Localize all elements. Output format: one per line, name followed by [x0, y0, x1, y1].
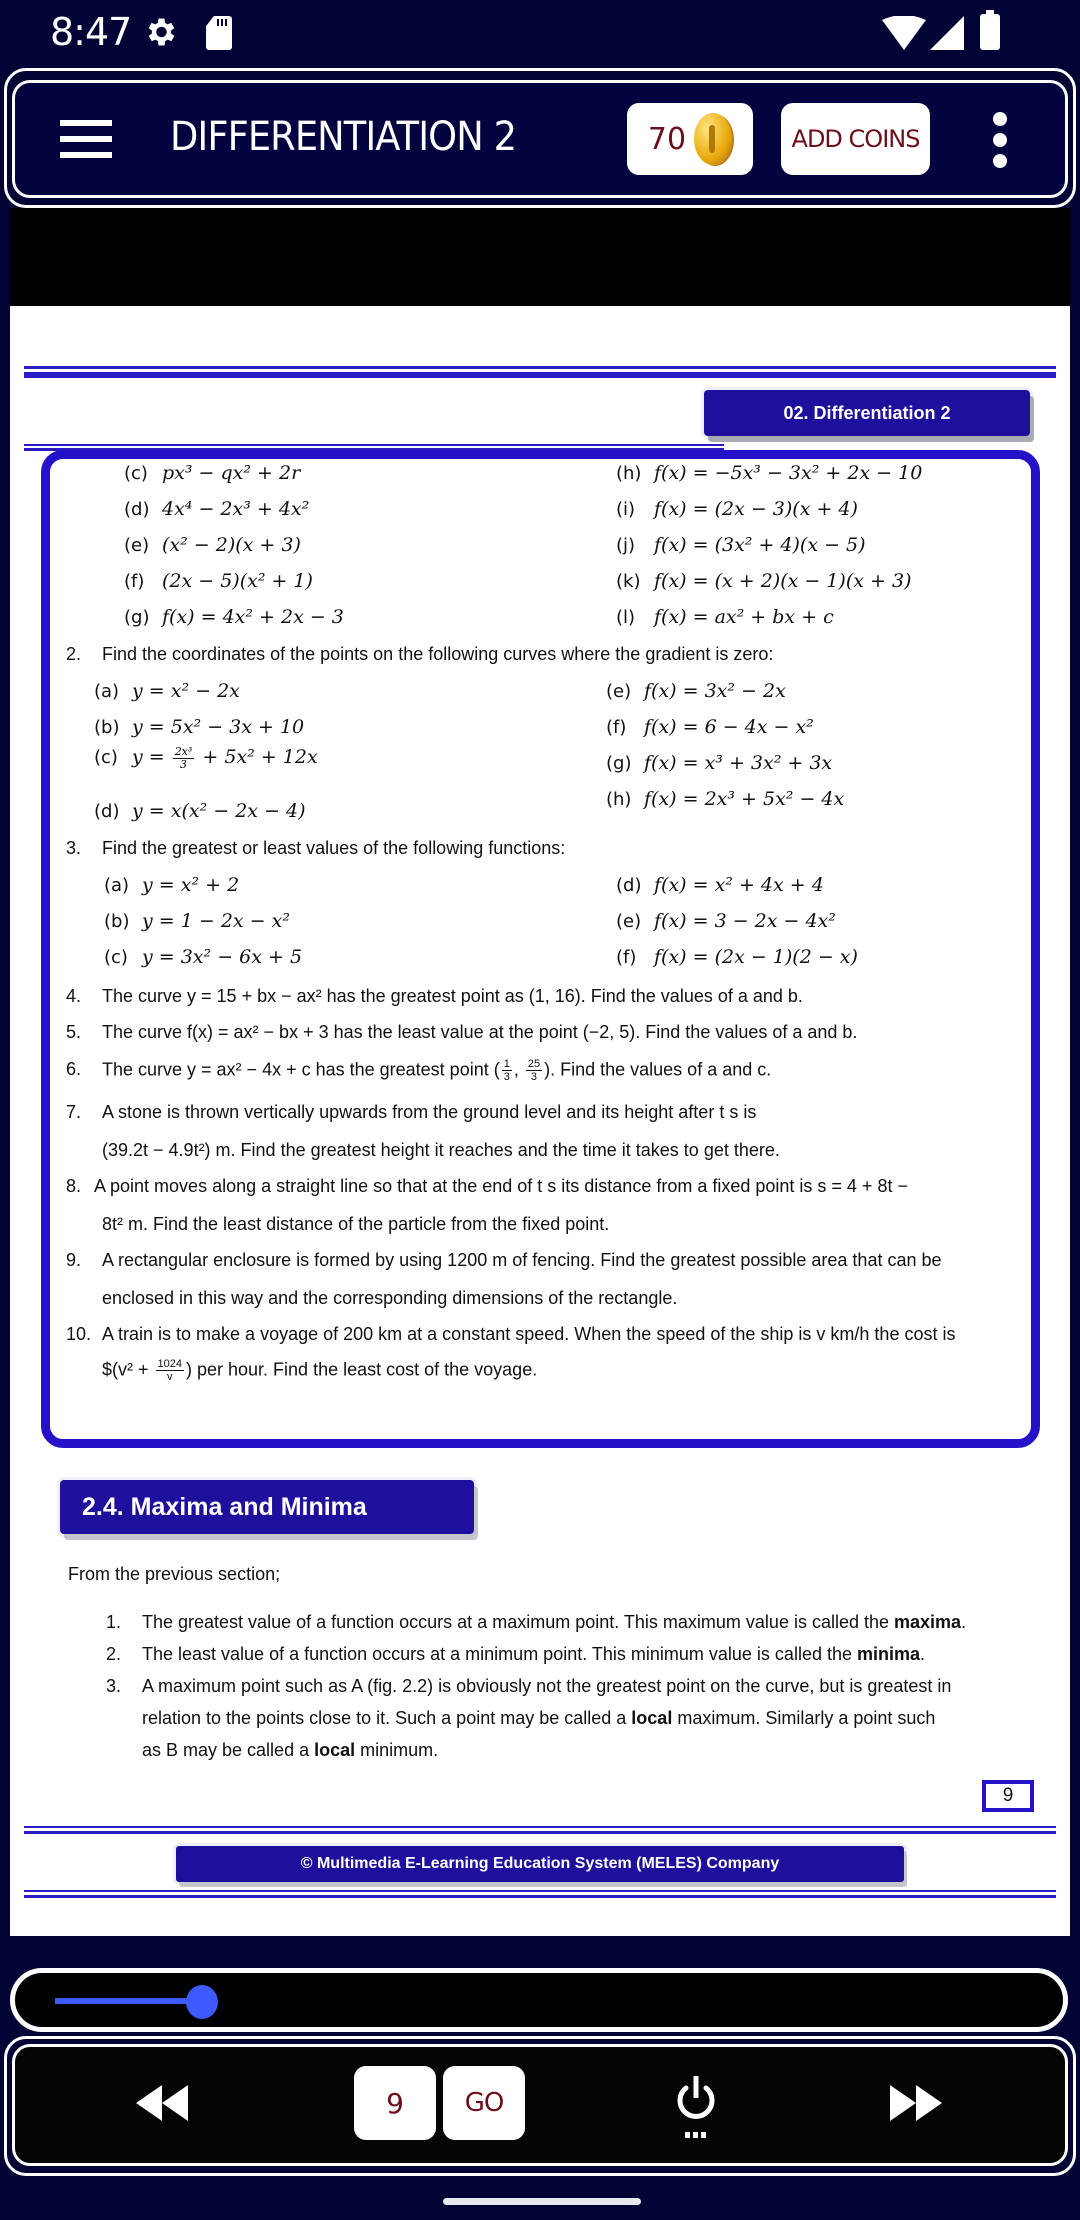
power-icon[interactable] [672, 2074, 720, 2140]
question-8-line2: 8t² m. Find the least distance of the pa… [102, 1214, 610, 1234]
q1-part-e: (e) (x² − 2)(x + 3) [124, 534, 301, 556]
hamburger-menu-button[interactable] [60, 120, 112, 158]
coin-count: 70 [647, 121, 687, 157]
go-button[interactable]: GO [443, 2066, 525, 2140]
rewind-icon[interactable] [136, 2085, 188, 2121]
home-indicator[interactable] [443, 2198, 641, 2205]
point-3-line3: as B may be called a local minimum. [142, 1740, 439, 1760]
section-heading: 2.4. Maxima and Minima [60, 1480, 474, 1534]
status-bar: 8:47 [0, 0, 1080, 66]
q1-part-h: (h) f(x) = −5x³ − 3x² + 2x − 10 [616, 462, 923, 484]
question-9-line2: enclosed in this way and the correspondi… [102, 1288, 678, 1308]
question-9: 9. A rectangular enclosure is formed by u… [66, 1250, 942, 1270]
point-2: 2. The least value of a function occurs a… [106, 1644, 926, 1664]
footer-divider-top [24, 1826, 1056, 1834]
footer-divider-bottom [24, 1890, 1056, 1898]
coin-balance-button[interactable]: 70 [627, 103, 753, 175]
fraction: 13 [501, 1058, 512, 1083]
q1-part-g: (g) f(x) = 4x² + 2x − 3 [124, 606, 344, 628]
q2-part-g: (g) f(x) = x³ + 3x² + 3x [606, 752, 833, 774]
intro-text: From the previous section; [68, 1564, 281, 1584]
fraction: 25 3 [525, 1058, 543, 1083]
q3-part-e: (e) f(x) = 3 − 2x − 4x² [616, 910, 836, 932]
point-3: 3. A maximum point such as A (fig. 2.2) i… [106, 1676, 952, 1696]
q1-part-i: (i) f(x) = (2x − 3)(x + 4) [616, 498, 858, 520]
ad-banner-area [10, 208, 1070, 306]
slider-thumb[interactable] [186, 1985, 218, 2019]
app-title: DIFFERENTIATION 2 [170, 114, 517, 160]
question-10-line2: $(v² + 1024 v) per hour. Find the least c… [102, 1358, 538, 1383]
chapter-tab: 02. Differentiation 2 [704, 390, 1030, 436]
question-7-line2: (39.2t − 4.9t²) m. Find the greatest hei… [102, 1140, 780, 1160]
sd-card-icon [206, 16, 232, 50]
add-coins-button[interactable]: ADD COINS [781, 103, 930, 175]
question-10: 10. A train is to make a voyage of 200 km… [66, 1324, 956, 1344]
q2-part-f: (f) f(x) = 6 − 4x − x² [606, 716, 814, 738]
slider-progress-fill [55, 1998, 202, 2004]
q1-part-d: (d) 4x⁴ − 2x³ + 4x² [124, 498, 310, 520]
status-time: 8:47 [50, 10, 132, 54]
q1-part-f: (f) (2x − 5)(x² + 1) [124, 570, 313, 592]
q1-part-k: (k) f(x) = (x + 2)(x − 1)(x + 3) [616, 570, 912, 592]
q3-part-b: (b) y = 1 − 2x − x² [104, 910, 290, 932]
q3-part-a: (a) y = x² + 2 [104, 874, 240, 896]
header-divider [24, 366, 1056, 378]
gear-icon [148, 18, 175, 46]
question-7: 7. A stone is thrown vertically upwards f… [66, 1102, 757, 1122]
question-8: 8. A point moves along a straight line so… [66, 1176, 908, 1196]
q1-part-j: (j) f(x) = (3x² + 4)(x − 5) [616, 534, 866, 556]
page-number-box: 9 [982, 1780, 1034, 1812]
q3-part-c: (c) y = 3x² − 6x + 5 [104, 946, 303, 968]
question-5: 5. The curve f(x) = ax² − bx + 3 has the … [66, 1022, 858, 1042]
q2-part-d: (d) y = x(x² − 2x − 4) [94, 800, 306, 822]
q2-part-b: (b) y = 5x² − 3x + 10 [94, 716, 305, 738]
document-viewer: 02. Differentiation 2 (c) px³ − qx² + 2r … [10, 208, 1070, 1936]
question-2: 2. Find the coordinates of the points on … [66, 644, 774, 664]
cell-signal-icon [930, 16, 964, 50]
footer-copyright: © Multimedia E-Learning Education System… [176, 1846, 904, 1882]
fraction: 1024 v [155, 1358, 184, 1383]
q1-part-c: (c) px³ − qx² + 2r [124, 462, 301, 484]
question-3: 3. Find the greatest or least values of t… [66, 838, 566, 858]
q3-part-d: (d) f(x) = x² + 4x + 4 [616, 874, 824, 896]
battery-icon [980, 10, 1000, 50]
q2-part-a: (a) y = x² − 2x [94, 680, 240, 702]
fraction: 2x³ 3 [172, 745, 195, 772]
q1-part-l: (l) f(x) = ax² + bx + c [616, 606, 834, 628]
q2-part-c: (c) y = 2x³ 3 + 5x² + 12x [94, 745, 318, 772]
fast-forward-icon[interactable] [890, 2085, 942, 2121]
page-number-input[interactable] [354, 2066, 436, 2140]
wifi-icon [882, 16, 926, 50]
question-6: 6. The curve y = ax² − 4x + c has the gre… [66, 1058, 772, 1083]
coin-icon [694, 113, 733, 165]
q3-part-f: (f) f(x) = (2x − 1)(2 − x) [616, 946, 858, 968]
point-3-line2: relation to the points close to it. Such… [142, 1708, 936, 1728]
q2-part-h: (h) f(x) = 2x³ + 5x² − 4x [606, 788, 845, 810]
kebab-menu-icon[interactable] [990, 112, 1010, 168]
q2-part-e: (e) f(x) = 3x² − 2x [606, 680, 786, 702]
point-1: 1. The greatest value of a function occur… [106, 1612, 967, 1632]
document-page[interactable]: 02. Differentiation 2 (c) px³ − qx² + 2r … [10, 306, 1070, 1936]
question-4: 4. The curve y = 15 + bx − ax² has the gr… [66, 986, 803, 1006]
